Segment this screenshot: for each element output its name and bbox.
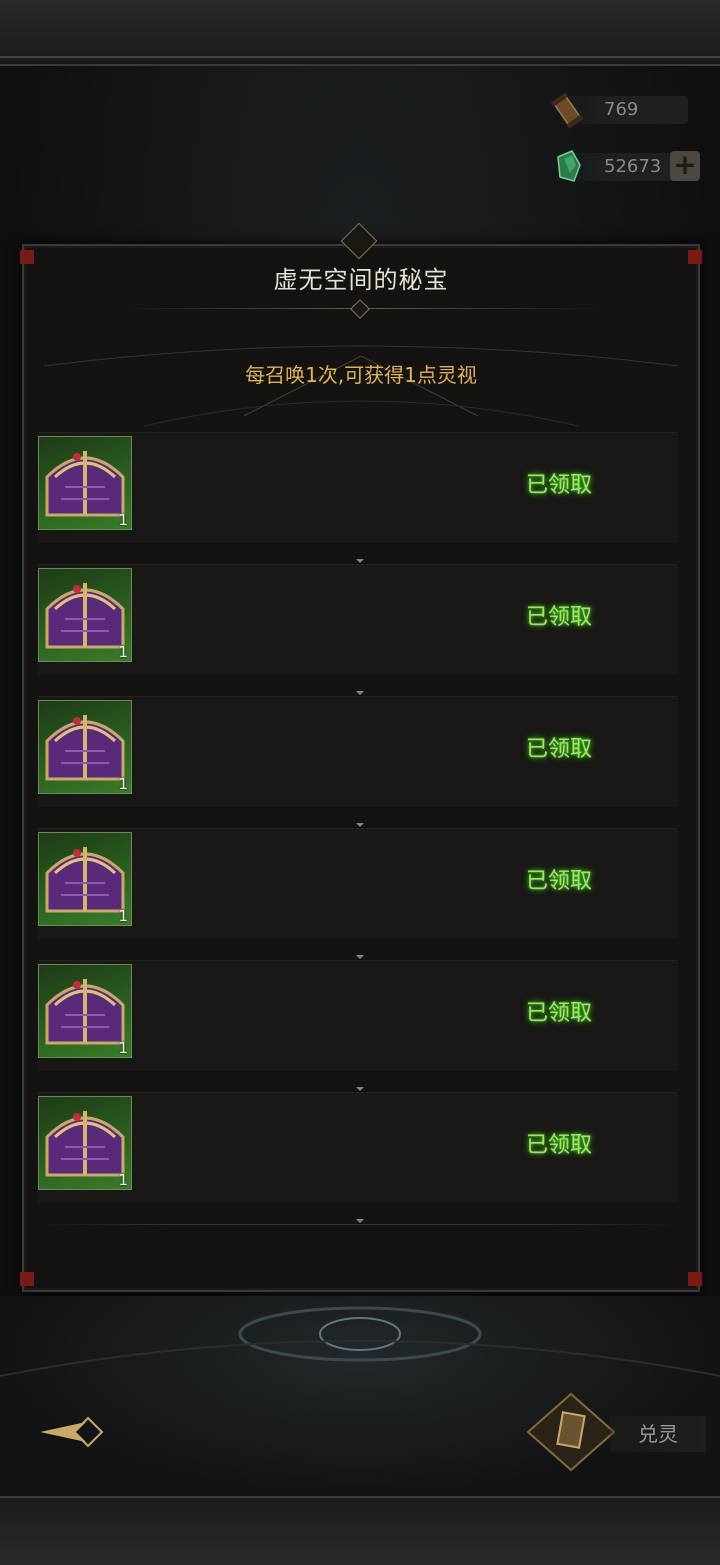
purple-treasure-chest-icon: [45, 979, 125, 1045]
reward-item-slot[interactable]: 1: [38, 436, 132, 530]
add-currency-button[interactable]: +: [670, 151, 700, 181]
purple-treasure-chest-icon: [45, 1111, 125, 1177]
divider-notch: [356, 691, 364, 695]
reward-row: 1 已领取: [38, 828, 678, 961]
reward-quantity: 1: [118, 643, 128, 661]
reward-row: 1 已领取: [38, 432, 678, 565]
summon-label[interactable]: 兑灵: [610, 1416, 706, 1452]
purple-treasure-chest-icon: [45, 715, 125, 781]
reward-quantity: 1: [118, 1039, 128, 1057]
back-button[interactable]: [36, 1404, 112, 1460]
purple-treasure-chest-icon: [45, 847, 125, 913]
purple-treasure-chest-icon: [45, 583, 125, 649]
green-crystal-icon: [550, 147, 586, 187]
reward-item-slot[interactable]: 1: [38, 832, 132, 926]
claimed-status: 已领取: [526, 869, 593, 894]
top-frame-band: [0, 0, 720, 66]
reward-quantity: 1: [118, 511, 128, 529]
reward-item-slot[interactable]: 1: [38, 964, 132, 1058]
claimed-status: 已领取: [526, 737, 593, 762]
panel-corner-ornament: [688, 1272, 702, 1286]
claimed-status: 已领取: [526, 605, 593, 630]
reward-row: 1 已领取: [38, 1092, 678, 1225]
reward-item-slot[interactable]: 1: [38, 1096, 132, 1190]
back-arrow-icon: [40, 1416, 104, 1448]
scroll-icon: [550, 90, 586, 130]
purple-treasure-chest-icon: [45, 451, 125, 517]
reward-row: 1 已领取: [38, 696, 678, 829]
card-deck-icon: [526, 1392, 616, 1472]
claimed-status: 已领取: [526, 473, 593, 498]
reward-quantity: 1: [118, 907, 128, 925]
divider-notch: [356, 1087, 364, 1091]
divider-notch: [356, 559, 364, 563]
summon-card-button[interactable]: [526, 1392, 616, 1472]
reward-item-slot[interactable]: 1: [38, 568, 132, 662]
panel-title: 虚无空间的秘宝: [273, 266, 449, 294]
divider-notch: [356, 955, 364, 959]
bottom-frame-band: [0, 1496, 720, 1565]
reward-item-slot[interactable]: 1: [38, 700, 132, 794]
reward-row: 1 已领取: [38, 564, 678, 697]
title-divider-ornament: [350, 299, 370, 319]
reward-quantity: 1: [118, 775, 128, 793]
reward-quantity: 1: [118, 1171, 128, 1189]
row-divider: [38, 1224, 678, 1225]
claimed-status: 已领取: [526, 1133, 593, 1158]
claimed-status: 已领取: [526, 1001, 593, 1026]
currency-scroll: 769: [551, 93, 688, 129]
currency-crystal-value: 52673: [604, 156, 662, 177]
panel-corner-ornament: [20, 1272, 34, 1286]
treasure-panel: 虚无空间的秘宝 每召唤1次,可获得1点灵视 1 已领取 1 已领取 1 已领取 …: [20, 222, 702, 1292]
reward-row: 1 已领取: [38, 960, 678, 1093]
currency-crystal: 52673 +: [557, 150, 700, 182]
divider-notch: [356, 823, 364, 827]
currency-scroll-value: 769: [604, 99, 639, 120]
divider-notch: [356, 1219, 364, 1223]
panel-subtitle: 每召唤1次,可获得1点灵视: [245, 363, 477, 387]
